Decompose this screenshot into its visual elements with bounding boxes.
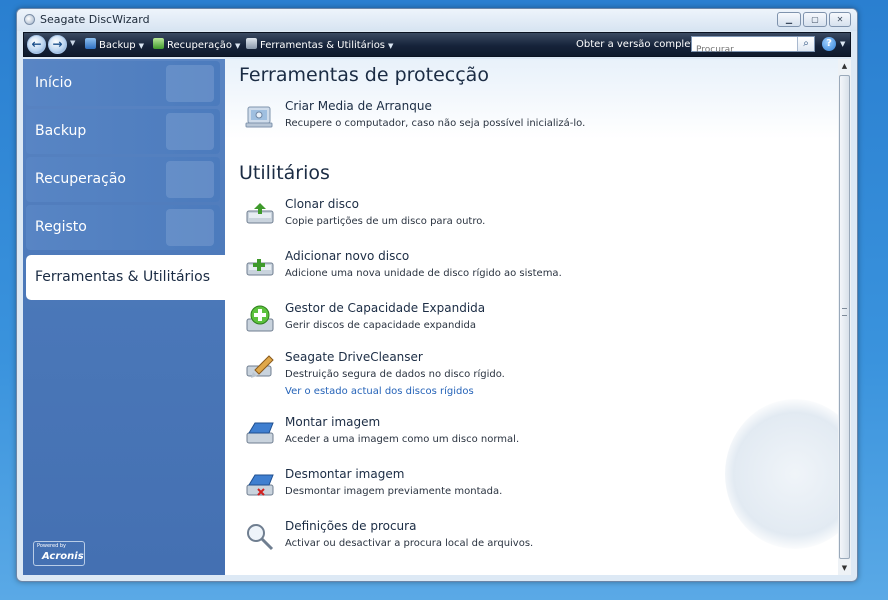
- tool-extended-capacity-manager[interactable]: Gestor de Capacidade Expandida Gerir dis…: [243, 301, 803, 345]
- sidebar-item-backup[interactable]: Backup: [26, 109, 220, 154]
- tool-clone-disk[interactable]: Clonar disco Copie partições de um disco…: [243, 197, 803, 241]
- sidebar-item-label: Ferramentas & Utilitários: [35, 269, 211, 285]
- tool-name[interactable]: Criar Media de Arranque: [285, 99, 432, 113]
- sidebar-item-log[interactable]: Registo: [26, 205, 220, 250]
- tools-menu-label: Ferramentas & Utilitários: [260, 40, 386, 51]
- unmount-image-icon: [246, 474, 274, 496]
- search-icon[interactable]: ⌕: [797, 37, 814, 51]
- tool-name[interactable]: Adicionar novo disco: [285, 249, 409, 263]
- tool-name[interactable]: Seagate DriveCleanser: [285, 350, 423, 364]
- acronis-logo: Powered by Acronis: [33, 541, 85, 566]
- recovery-menu[interactable]: Recuperação ▼: [153, 38, 240, 54]
- sidebar-item-home[interactable]: Início: [26, 61, 220, 106]
- sidebar-item-label: Recuperação: [35, 171, 126, 187]
- tools-menu[interactable]: Ferramentas & Utilitários ▼: [246, 38, 393, 54]
- backup-icon: [166, 113, 214, 150]
- help-icon[interactable]: ?: [822, 37, 836, 51]
- tool-description: Gerir discos de capacidade expandida: [285, 320, 476, 331]
- sidebar: Início Backup Recuperação Registo Ferram…: [23, 59, 229, 575]
- tool-name[interactable]: Definições de procura: [285, 519, 416, 533]
- sidebar-item-label: Backup: [35, 123, 87, 139]
- tool-description: Recupere o computador, caso não seja pos…: [285, 118, 586, 129]
- recovery-icon: [153, 38, 164, 49]
- title-bar: Seagate DiscWizard ▁ ▢ ✕: [17, 9, 857, 31]
- chevron-down-icon: ▼: [138, 42, 145, 50]
- tool-create-boot-media[interactable]: Criar Media de Arranque Recupere o compu…: [243, 99, 803, 143]
- scroll-up-icon[interactable]: ▲: [838, 59, 851, 73]
- maximize-button[interactable]: ▢: [803, 12, 827, 27]
- recovery-icon: [166, 161, 214, 198]
- tool-description: Copie partições de um disco para outro.: [285, 216, 486, 227]
- sidebar-item-label: Registo: [35, 219, 87, 235]
- main-content: Ferramentas de protecção Criar Media de …: [225, 59, 838, 575]
- back-icon[interactable]: ←: [27, 35, 46, 54]
- tool-name[interactable]: Gestor de Capacidade Expandida: [285, 301, 485, 315]
- scroll-thumb[interactable]: [839, 75, 850, 559]
- powered-by-label: Powered by: [37, 543, 66, 549]
- boot-media-icon: [245, 106, 273, 128]
- app-icon: [24, 14, 35, 25]
- tool-search-settings[interactable]: Definições de procura Activar ou desacti…: [243, 519, 803, 563]
- section-title-protection: Ferramentas de protecção: [239, 64, 489, 86]
- tool-description: Activar ou desactivar a procura local de…: [285, 538, 534, 549]
- tool-drive-cleanser[interactable]: Seagate DriveCleanser Destruição segura …: [243, 350, 803, 410]
- app-window: Seagate DiscWizard ▁ ▢ ✕ ← → ▼ Backup ▼ R…: [16, 8, 858, 582]
- scroll-down-icon[interactable]: ▼: [838, 561, 851, 575]
- window-title: Seagate DiscWizard: [40, 13, 150, 26]
- disk-status-link[interactable]: Ver o estado actual dos discos rígidos: [285, 386, 474, 397]
- history-dropdown-icon[interactable]: ▼: [70, 39, 75, 47]
- minimize-button[interactable]: ▁: [777, 12, 801, 27]
- tool-unmount-image[interactable]: Desmontar imagem Desmontar imagem previa…: [243, 467, 803, 511]
- tool-description: Aceder a uma imagem como um disco normal…: [285, 434, 520, 445]
- tool-add-new-disk[interactable]: Adicionar novo disco Adicione uma nova u…: [243, 249, 803, 293]
- backup-icon: [85, 38, 96, 49]
- log-icon: [166, 209, 214, 246]
- tool-name[interactable]: Clonar disco: [285, 197, 359, 211]
- search-input[interactable]: [692, 43, 796, 57]
- brand-label: Acronis: [42, 551, 84, 562]
- add-disk-icon: [246, 259, 274, 276]
- forward-icon[interactable]: →: [48, 35, 67, 54]
- grip-icon: [842, 308, 847, 316]
- toolbar: ← → ▼ Backup ▼ Recuperação ▼ Ferramentas &…: [23, 32, 851, 57]
- drive-cleanser-icon: [246, 355, 274, 378]
- upgrade-link[interactable]: Obter a versão completa: [576, 39, 700, 50]
- magnifier-icon: [247, 524, 274, 551]
- help-dropdown-icon[interactable]: ▼: [840, 40, 845, 48]
- tool-description: Adicione uma nova unidade de disco rígid…: [285, 268, 562, 279]
- chevron-down-icon: ▼: [388, 42, 394, 50]
- section-title-utilities: Utilitários: [239, 162, 330, 184]
- sidebar-item-recovery[interactable]: Recuperação: [26, 157, 220, 202]
- chevron-down-icon: ▼: [234, 42, 241, 50]
- vertical-scrollbar[interactable]: ▲ ▼: [838, 59, 851, 575]
- tool-description: Desmontar imagem previamente montada.: [285, 486, 503, 497]
- sidebar-item-label: Início: [35, 75, 73, 91]
- backup-menu[interactable]: Backup ▼: [85, 38, 144, 54]
- clone-disk-icon: [246, 203, 274, 224]
- capacity-manager-icon: [246, 305, 274, 332]
- tool-mount-image[interactable]: Montar imagem Aceder a uma imagem como u…: [243, 415, 803, 459]
- close-button[interactable]: ✕: [829, 12, 851, 27]
- home-icon: [166, 65, 214, 102]
- tools-icon: [246, 38, 257, 49]
- sidebar-item-tools[interactable]: Ferramentas & Utilitários: [26, 255, 229, 300]
- tool-name[interactable]: Montar imagem: [285, 415, 380, 429]
- mount-image-icon: [246, 422, 274, 444]
- recovery-menu-label: Recuperação: [167, 40, 232, 51]
- tool-description: Destruição segura de dados no disco rígi…: [285, 369, 505, 380]
- backup-menu-label: Backup: [99, 40, 136, 51]
- tool-name[interactable]: Desmontar imagem: [285, 467, 404, 481]
- search-box: ⌕: [691, 36, 815, 57]
